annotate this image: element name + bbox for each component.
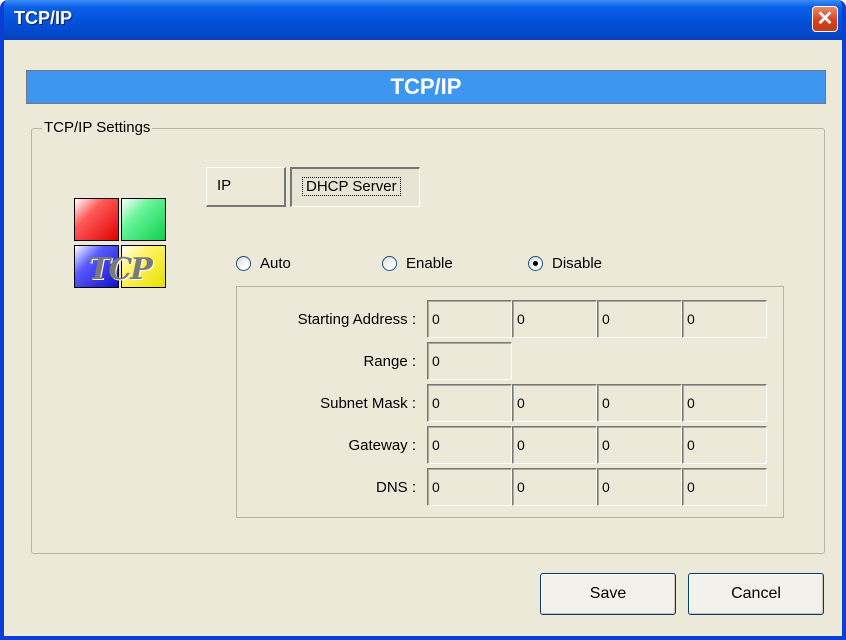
banner-title: TCP/IP xyxy=(26,70,826,104)
starting-address-octet-3[interactable]: 0 xyxy=(597,300,682,338)
radio-auto[interactable]: Auto xyxy=(236,252,291,274)
tab-ip[interactable]: IP xyxy=(206,167,286,207)
radio-button-icon[interactable] xyxy=(382,255,397,271)
radio-disable-label: Disable xyxy=(552,254,603,272)
tab-dhcp-server[interactable]: DHCP Server xyxy=(290,167,420,207)
subnet-mask-octet-2[interactable]: 0 xyxy=(512,384,597,422)
starting-address-octet-4[interactable]: 0 xyxy=(682,300,767,338)
subnet-mask-octet-3[interactable]: 0 xyxy=(597,384,682,422)
subnet-mask-label: Subnet Mask : xyxy=(320,395,416,412)
range-label: Range : xyxy=(363,353,416,370)
starting-address-label: Starting Address : xyxy=(297,311,416,328)
radio-enable-label: Enable xyxy=(406,254,453,272)
close-icon: ✕ xyxy=(816,8,834,30)
radio-disable[interactable]: Disable xyxy=(528,252,602,274)
tcp-logo-icon: TCP xyxy=(74,198,170,290)
dns-octet-1[interactable]: 0 xyxy=(427,468,512,506)
tab-dhcp-server-label: DHCP Server xyxy=(302,177,401,196)
gateway-octet-2[interactable]: 0 xyxy=(512,426,597,464)
cancel-button[interactable]: Cancel xyxy=(688,573,824,615)
group-label: TCP/IP Settings xyxy=(42,119,153,136)
gateway-octet-1[interactable]: 0 xyxy=(427,426,512,464)
gateway-octet-4[interactable]: 0 xyxy=(682,426,767,464)
dns-label: DNS : xyxy=(375,479,416,496)
starting-address-octet-1[interactable]: 0 xyxy=(427,300,512,338)
radio-button-icon[interactable] xyxy=(236,255,251,271)
gateway-octet-3[interactable]: 0 xyxy=(597,426,682,464)
radio-enable[interactable]: Enable xyxy=(382,252,453,274)
radio-button-selected-icon[interactable] xyxy=(528,255,543,271)
logo-green-square xyxy=(121,198,166,241)
title-bar[interactable]: TCP/IP ✕ xyxy=(4,0,842,40)
gateway-label: Gateway : xyxy=(348,437,416,454)
dns-octet-3[interactable]: 0 xyxy=(597,468,682,506)
save-button[interactable]: Save xyxy=(540,573,676,615)
logo-red-square xyxy=(74,198,119,241)
radio-auto-label: Auto xyxy=(260,254,291,272)
subnet-mask-octet-1[interactable]: 0 xyxy=(427,384,512,422)
window-title: TCP/IP xyxy=(14,8,73,28)
range-input[interactable]: 0 xyxy=(427,342,512,380)
dns-octet-2[interactable]: 0 xyxy=(512,468,597,506)
subnet-mask-octet-4[interactable]: 0 xyxy=(682,384,767,422)
dns-octet-4[interactable]: 0 xyxy=(682,468,767,506)
starting-address-octet-2[interactable]: 0 xyxy=(512,300,597,338)
close-button[interactable]: ✕ xyxy=(812,6,838,32)
tab-ip-label: IP xyxy=(217,177,232,194)
logo-text: TCP xyxy=(88,252,153,287)
tcpip-dialog: TCP/IP ✕ TCP/IP TCP/IP Settings TCP IP D… xyxy=(0,0,846,640)
